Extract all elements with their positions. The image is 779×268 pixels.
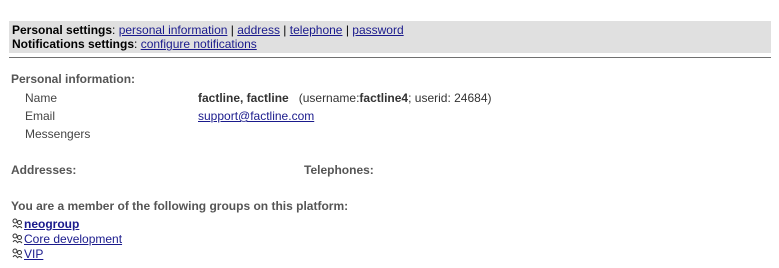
username-prefix: (username: xyxy=(298,91,360,105)
personal-settings-label: Personal settings xyxy=(12,23,113,37)
group-item: neogroup xyxy=(12,217,79,231)
link-address[interactable]: address xyxy=(237,23,280,37)
personal-info-heading: Personal information: xyxy=(11,72,136,86)
notifications-settings-row: Notifications settings: configure notifi… xyxy=(12,37,257,51)
group-link-neogroup[interactable]: neogroup xyxy=(24,217,79,231)
groups-heading: You are a member of the following groups… xyxy=(11,199,349,213)
separator: | xyxy=(345,23,349,37)
link-configure-notifications[interactable]: configure notifications xyxy=(141,37,257,51)
group-link-vip[interactable]: VIP xyxy=(24,247,43,261)
username-value: factline4 xyxy=(359,91,409,105)
link-telephone[interactable]: telephone xyxy=(290,23,343,37)
notifications-settings-label: Notifications settings xyxy=(12,37,135,51)
settings-bar: Personal settings: personal information … xyxy=(9,21,771,53)
link-personal-information[interactable]: personal information xyxy=(119,23,228,37)
group-item: Core development xyxy=(12,232,122,246)
email-link[interactable]: support@factline.com xyxy=(198,109,314,123)
separator: | xyxy=(283,23,287,37)
group-item: VIP xyxy=(12,247,43,261)
personal-settings-row: Personal settings: personal information … xyxy=(12,23,404,37)
name-value-row: factline, factline (username:factline4; … xyxy=(198,91,492,105)
group-link-core-development[interactable]: Core development xyxy=(24,232,122,246)
name-label: Name xyxy=(25,91,58,105)
addresses-heading: Addresses: xyxy=(11,163,77,177)
link-password[interactable]: password xyxy=(352,23,403,37)
messengers-label: Messengers xyxy=(25,127,91,141)
divider xyxy=(9,57,771,58)
name-value: factline, factline xyxy=(198,91,289,105)
email-label: Email xyxy=(25,109,56,123)
group-icon xyxy=(12,233,23,244)
group-icon xyxy=(12,218,23,229)
separator: | xyxy=(230,23,234,37)
telephones-heading: Telephones: xyxy=(304,163,374,177)
userid-text: ; userid: 24684) xyxy=(408,91,492,105)
group-icon xyxy=(12,248,23,259)
